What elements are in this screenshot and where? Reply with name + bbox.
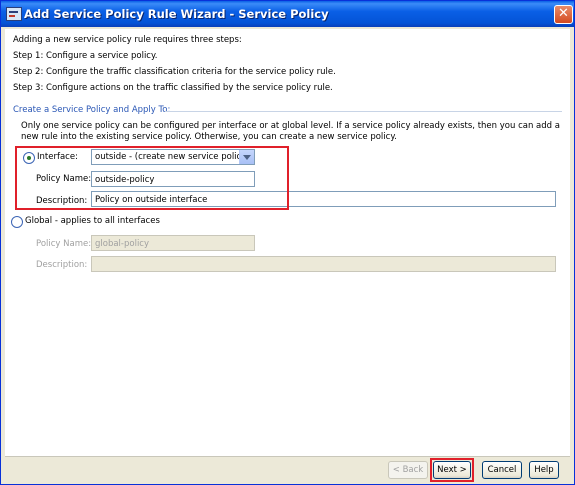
window-title: Add Service Policy Rule Wizard - Service…	[24, 7, 329, 21]
button-bar-divider	[5, 456, 570, 457]
wizard-window: Add Service Policy Rule Wizard - Service…	[0, 0, 575, 485]
global-description-label: Description:	[36, 260, 88, 270]
next-button[interactable]: Next >	[433, 461, 471, 479]
wizard-app-icon	[6, 7, 22, 21]
global-label: Global - applies to all interfaces	[25, 216, 160, 226]
intro-text: Adding a new service policy rule require…	[13, 35, 242, 45]
policy-name-label: Policy Name:	[36, 174, 92, 184]
chevron-down-icon[interactable]	[239, 150, 254, 164]
help-button[interactable]: Help	[529, 461, 559, 479]
policy-name-input[interactable]: outside-policy	[91, 171, 255, 187]
global-radio[interactable]	[11, 216, 23, 228]
group-title: Create a Service Policy and Apply To:	[13, 105, 171, 115]
group-divider	[165, 111, 562, 112]
description-input[interactable]: Policy on outside interface	[91, 191, 556, 207]
interface-dropdown-value: outside - (create new service policy)	[95, 152, 250, 162]
global-policy-name-input: global-policy	[91, 235, 255, 251]
description-label: Description:	[36, 196, 88, 206]
policy-note: Only one service policy can be configure…	[21, 121, 560, 142]
step-3-text: Step 3: Configure actions on the traffic…	[13, 83, 333, 93]
back-button[interactable]: < Back	[388, 461, 428, 479]
interface-radio[interactable]	[23, 152, 35, 164]
title-bar[interactable]: Add Service Policy Rule Wizard - Service…	[1, 1, 574, 27]
cancel-button[interactable]: Cancel	[482, 461, 522, 479]
interface-dropdown[interactable]: outside - (create new service policy)	[91, 149, 255, 165]
interface-label: Interface:	[37, 152, 78, 162]
close-button[interactable]: ✕	[554, 5, 573, 24]
step-2-text: Step 2: Configure the traffic classifica…	[13, 67, 336, 77]
global-policy-name-label: Policy Name:	[36, 239, 92, 249]
step-1-text: Step 1: Configure a service policy.	[13, 51, 158, 61]
global-description-input	[91, 256, 556, 272]
close-icon: ✕	[558, 6, 569, 21]
wizard-content: Adding a new service policy rule require…	[5, 29, 570, 456]
